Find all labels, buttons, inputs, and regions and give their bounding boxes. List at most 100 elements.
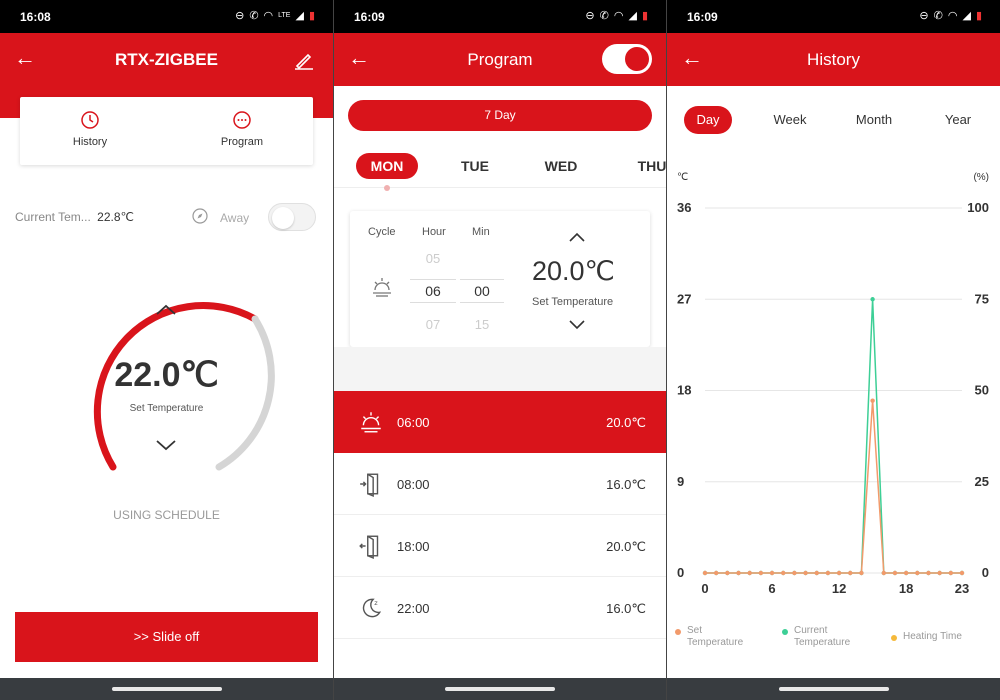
- status-icons: ⊖ ✆ ◠ LTE ◢ ▮: [235, 9, 315, 22]
- moon-icon: z: [362, 598, 382, 618]
- status-time: 16:09: [687, 10, 718, 24]
- app-bar: ← History: [667, 33, 1000, 86]
- home-screen: 16:08 ⊖ ✆ ◠ LTE ◢ ▮ ← RTX-ZIGBEE History: [0, 0, 333, 700]
- program-enable-toggle[interactable]: [602, 44, 652, 74]
- data-point: [836, 570, 842, 576]
- y-right-tick-label: 0: [982, 565, 989, 580]
- status-bar: 16:09 ⊖ ✆ ◠ ◢ ▮: [667, 0, 1000, 33]
- period-tabs: Day Week Month Year: [667, 106, 1000, 134]
- compass-icon: [192, 208, 208, 224]
- program-temperature-value: 20.0℃: [532, 256, 615, 286]
- history-label: History: [72, 136, 108, 148]
- slide-off-button[interactable]: >> Slide off: [15, 612, 318, 662]
- tab-day-tue[interactable]: TUE: [452, 153, 498, 179]
- tab-period-year[interactable]: Year: [937, 106, 979, 134]
- wifi-icon: ◠: [947, 10, 958, 22]
- tab-period-week[interactable]: Week: [765, 106, 815, 134]
- schedule-temp: 20.0℃: [606, 415, 646, 430]
- history-screen: 16:09 ⊖ ✆ ◠ ◢ ▮ ← History Day Week Month…: [667, 0, 1000, 700]
- history-button[interactable]: History: [30, 110, 150, 148]
- app-bar: ← RTX-ZIGBEE: [0, 33, 333, 86]
- status-bar: 16:09 ⊖ ✆ ◠ ◢ ▮: [334, 0, 666, 33]
- system-nav-bar: [0, 678, 333, 700]
- section-divider: [334, 347, 666, 391]
- decrease-chevron-icon[interactable]: [568, 319, 586, 331]
- schedule-row[interactable]: 18:00 20.0℃: [334, 515, 666, 577]
- day-tabs: MON TUE WED THU: [334, 153, 666, 188]
- call-icon: ✆: [933, 10, 943, 22]
- legend-heating-time: Heating Time: [891, 631, 962, 643]
- program-mode-button[interactable]: 7 Day: [348, 100, 652, 131]
- y-left-tick-label: 27: [677, 291, 691, 306]
- x-tick-label: 0: [701, 581, 708, 596]
- home-gesture-bar[interactable]: [778, 687, 889, 691]
- y-right-tick-label: 75: [975, 291, 989, 306]
- tab-day-thu[interactable]: THU: [629, 153, 666, 179]
- legend-swatch: [782, 629, 788, 635]
- dnd-icon: ⊖: [919, 10, 929, 22]
- series-line: [705, 299, 962, 574]
- data-point: [803, 570, 808, 576]
- data-point: [859, 570, 864, 576]
- data-point: [713, 570, 719, 576]
- status-time: 16:08: [20, 10, 51, 24]
- schedule-row[interactable]: z 22:00 16.0℃: [334, 577, 666, 639]
- increase-chevron-icon[interactable]: [568, 231, 586, 243]
- away-toggle[interactable]: [268, 203, 316, 231]
- data-point: [937, 570, 942, 576]
- tab-period-month[interactable]: Month: [847, 106, 901, 134]
- series-line: [705, 400, 962, 574]
- hour-picker[interactable]: 06: [410, 279, 456, 303]
- app-bar: ← Program: [334, 33, 666, 86]
- data-point: [926, 570, 931, 576]
- x-tick-label: 18: [899, 581, 913, 596]
- program-label: Program: [220, 136, 264, 148]
- day-indicator: [384, 185, 390, 191]
- data-point: [948, 570, 954, 576]
- set-temperature-value: 22.0℃: [114, 356, 219, 394]
- data-point: [959, 570, 965, 576]
- y-left-tick-label: 0: [677, 565, 684, 580]
- chart-grid: [705, 207, 962, 574]
- program-button[interactable]: Program: [182, 110, 302, 148]
- data-point: [758, 570, 764, 576]
- y-right-tick-label: 25: [975, 474, 989, 489]
- x-tick-label: 23: [955, 581, 969, 596]
- tab-day-mon[interactable]: MON: [356, 153, 418, 179]
- data-point: [747, 570, 752, 576]
- data-point: [736, 570, 741, 576]
- door-exit-icon: [360, 473, 379, 497]
- data-point: [725, 570, 730, 576]
- decrease-chevron-icon: [156, 440, 176, 451]
- data-point: [814, 570, 819, 576]
- history-title: History: [807, 50, 860, 69]
- minute-picker[interactable]: 00: [460, 279, 504, 303]
- schedule-temp: 20.0℃: [606, 539, 646, 554]
- home-gesture-bar[interactable]: [111, 687, 222, 691]
- legend-set-temperature: Set Temperature: [675, 625, 743, 649]
- wifi-icon: ◠: [613, 10, 624, 22]
- legend-label: Temperature: [687, 637, 744, 648]
- current-temperature: Current Tem... 22.8℃: [15, 210, 134, 224]
- schedule-row[interactable]: 08:00 16.0℃: [334, 453, 666, 515]
- data-point: [848, 570, 853, 576]
- edit-icon[interactable]: [293, 49, 315, 71]
- y-right-tick-label: 100: [967, 200, 989, 215]
- data-point: [825, 570, 831, 576]
- schedule-temp: 16.0℃: [606, 477, 646, 492]
- y-left-axis-label: ℃: [677, 172, 688, 183]
- tab-period-day[interactable]: Day: [684, 106, 732, 134]
- home-gesture-bar[interactable]: [445, 687, 555, 691]
- legend-label: Temperature: [794, 637, 851, 648]
- hour-label: Hour: [422, 226, 446, 238]
- wifi-icon: ◠: [263, 10, 274, 22]
- legend-current-temperature: Current Temperature: [782, 625, 850, 649]
- current-temperature-value: 22.8℃: [97, 210, 134, 224]
- y-right-tick-label: 50: [975, 383, 989, 398]
- status-icons: ⊖ ✆ ◠ ◢ ▮: [919, 9, 982, 22]
- schedule-row[interactable]: 06:00 20.0℃: [334, 391, 666, 453]
- away-label: Away: [220, 211, 250, 225]
- signal-icon: ◢: [295, 10, 304, 22]
- tab-day-wed[interactable]: WED: [538, 153, 584, 179]
- cycle-label: Cycle: [368, 226, 396, 238]
